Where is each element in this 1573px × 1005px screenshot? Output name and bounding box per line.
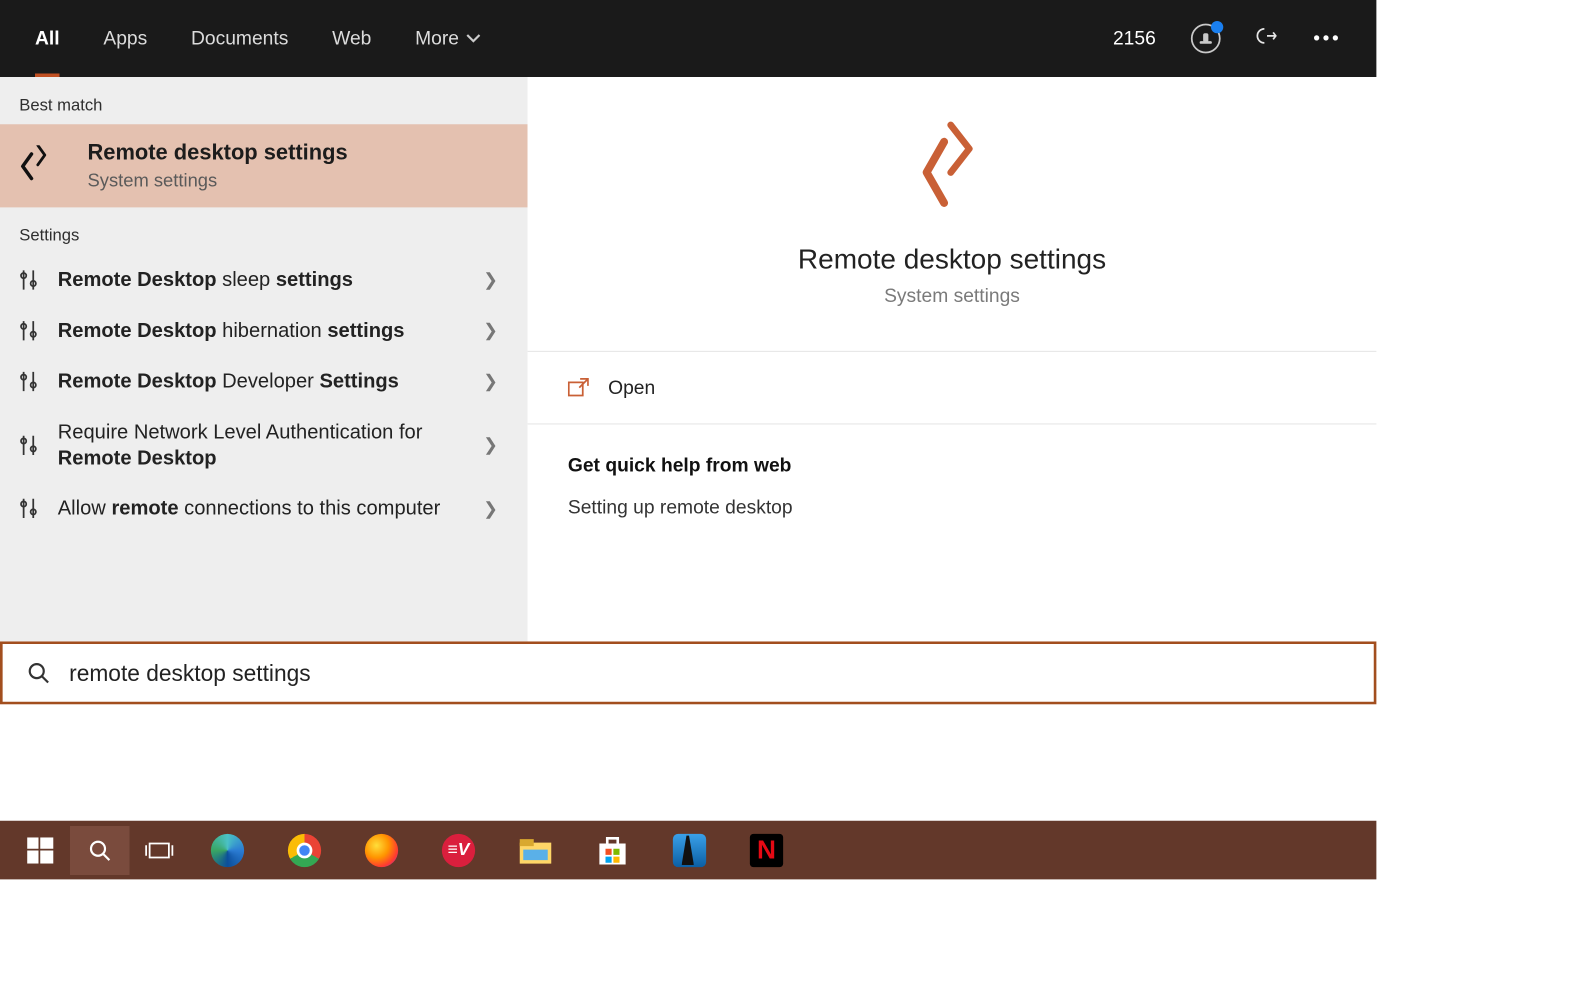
tab-more-label: More — [415, 27, 459, 50]
tab-all[interactable]: All — [35, 0, 60, 77]
setting-sleep[interactable]: Remote Desktop sleep settings ❯ — [0, 255, 528, 306]
taskbar-app-store[interactable] — [574, 826, 651, 875]
taskbar-app-firefox[interactable] — [343, 826, 420, 875]
chevron-right-icon: ❯ — [483, 269, 498, 291]
settings-sliders-icon — [19, 319, 38, 342]
start-button[interactable] — [11, 826, 71, 875]
chevron-down-icon — [466, 33, 480, 44]
preview-title: Remote desktop settings — [798, 243, 1106, 275]
chevron-right-icon: ❯ — [483, 498, 498, 520]
settings-sliders-icon — [19, 434, 38, 457]
search-scope-tabs: All Apps Documents Web More 2156 ••• — [0, 0, 1376, 77]
chevron-right-icon: ❯ — [483, 320, 498, 342]
best-match-title: Remote desktop settings — [88, 140, 348, 165]
tab-apps[interactable]: Apps — [103, 0, 147, 77]
taskbar-app-netflix[interactable]: N — [728, 826, 805, 875]
help-link[interactable]: Setting up remote desktop — [568, 496, 1336, 519]
search-input[interactable] — [69, 659, 1349, 686]
remote-desktop-large-icon — [904, 121, 1000, 217]
settings-sliders-icon — [19, 370, 38, 393]
open-label: Open — [608, 376, 655, 399]
microsoft-store-icon — [595, 833, 630, 868]
best-match-result[interactable]: Remote desktop settings System settings — [0, 124, 528, 207]
taskbar-app-chrome[interactable] — [266, 826, 343, 875]
result-preview-panel: Remote desktop settings System settings … — [528, 77, 1377, 641]
windows-logo-icon — [27, 837, 53, 863]
search-results-area: Best match Remote desktop settings Syste… — [0, 77, 1376, 641]
best-match-text: Remote desktop settings System settings — [88, 140, 348, 192]
setting-allow-remote[interactable]: Allow remote connections to this compute… — [0, 483, 528, 534]
rewards-medal-icon[interactable] — [1191, 24, 1221, 54]
open-external-icon — [568, 378, 589, 397]
preview-subtitle: System settings — [884, 284, 1020, 307]
rewards-points[interactable]: 2156 — [1113, 27, 1156, 50]
settings-sliders-icon — [19, 497, 38, 520]
taskbar-app-edge[interactable] — [189, 826, 266, 875]
settings-header: Settings — [0, 207, 528, 254]
taskbar: ≡V N — [0, 821, 1376, 880]
chevron-right-icon: ❯ — [483, 434, 498, 456]
setting-hibernation[interactable]: Remote Desktop hibernation settings ❯ — [0, 305, 528, 356]
taskbar-app-file-explorer[interactable] — [497, 826, 574, 875]
tab-documents[interactable]: Documents — [191, 0, 288, 77]
search-icon — [27, 662, 50, 685]
results-list: Best match Remote desktop settings Syste… — [0, 77, 528, 641]
task-view-icon — [144, 838, 174, 863]
notification-dot-icon — [1211, 21, 1223, 33]
taskbar-app-kindle[interactable] — [651, 826, 728, 875]
expressvpn-icon: ≡V — [442, 833, 475, 866]
taskbar-search-button[interactable] — [70, 826, 130, 875]
chevron-right-icon: ❯ — [483, 370, 498, 392]
netflix-icon: N — [750, 833, 783, 866]
edge-icon — [211, 833, 244, 866]
file-explorer-icon — [518, 835, 553, 865]
kindle-icon — [673, 833, 706, 866]
search-icon — [88, 838, 113, 863]
settings-sliders-icon — [19, 269, 38, 292]
open-action[interactable]: Open — [528, 352, 1377, 425]
search-box-container[interactable] — [0, 641, 1376, 704]
taskbar-app-expressvpn[interactable]: ≡V — [420, 826, 497, 875]
best-match-header: Best match — [0, 77, 528, 124]
remote-desktop-icon — [19, 145, 61, 187]
desktop-background — [0, 704, 1376, 820]
chrome-icon — [288, 833, 321, 866]
feedback-icon[interactable] — [1256, 27, 1279, 50]
help-section: Get quick help from web Setting up remot… — [528, 424, 1377, 548]
tab-more[interactable]: More — [415, 0, 480, 77]
setting-developer[interactable]: Remote Desktop Developer Settings ❯ — [0, 356, 528, 407]
task-view-button[interactable] — [130, 826, 190, 875]
tab-web[interactable]: Web — [332, 0, 371, 77]
more-options-icon[interactable]: ••• — [1313, 27, 1341, 50]
help-header: Get quick help from web — [568, 454, 1336, 477]
firefox-icon — [365, 833, 398, 866]
best-match-subtitle: System settings — [88, 171, 348, 192]
setting-nla[interactable]: Require Network Level Authentication for… — [0, 407, 528, 484]
